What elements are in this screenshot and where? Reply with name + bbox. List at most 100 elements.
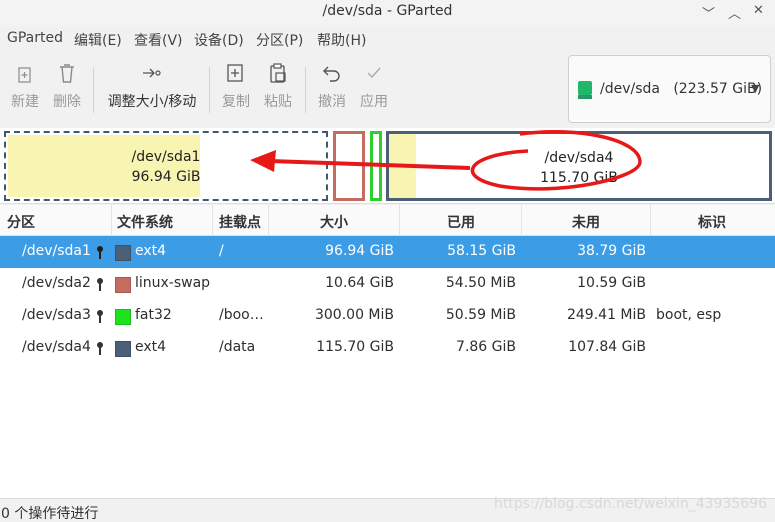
menu-partition[interactable]: 分区(P) xyxy=(256,30,303,50)
new-button[interactable]: 新建 xyxy=(10,61,40,111)
toolbar-separator xyxy=(305,67,306,113)
resize-move-icon xyxy=(143,68,161,78)
filesystem-cell: ext4 xyxy=(135,243,167,259)
table-row[interactable]: /dev/sda3 fat32 /boo… 300.00 MiB 50.59 M… xyxy=(0,300,775,332)
used-cell: 58.15 GiB xyxy=(447,243,516,259)
paste-icon xyxy=(270,63,286,83)
unused-cell: 38.79 GiB xyxy=(577,243,646,259)
partition-cell: /dev/sda3 xyxy=(22,307,91,323)
arrow-shaft xyxy=(269,159,471,170)
apply-label: 应用 xyxy=(360,94,388,110)
menu-device[interactable]: 设备(D) xyxy=(194,30,244,50)
column-divider xyxy=(399,205,400,236)
maximize-icon[interactable]: ︿ xyxy=(728,3,741,22)
table-row[interactable]: /dev/sda1 ext4 / 96.94 GiB 58.15 GiB 38.… xyxy=(0,236,775,268)
resize-move-button[interactable]: 调整大小/移动 xyxy=(106,61,198,111)
filesystem-cell: fat32 xyxy=(135,307,172,323)
column-divider xyxy=(521,205,522,236)
partition-cell: /dev/sda4 xyxy=(22,339,91,355)
trash-icon xyxy=(60,64,74,83)
resize-move-label: 调整大小/移动 xyxy=(107,94,197,110)
minimize-icon[interactable]: ﹀ xyxy=(702,3,715,22)
pending-operations-status: 0 个操作待进行 xyxy=(1,506,99,522)
undo-button[interactable]: 撤消 xyxy=(316,61,348,111)
toolbar-separator xyxy=(209,67,210,113)
filesystem-cell: linux-swap xyxy=(135,275,211,291)
col-used[interactable]: 已用 xyxy=(447,212,475,232)
menu-bar: GParted 编辑(E) 查看(V) 设备(D) 分区(P) 帮助(H) xyxy=(0,27,775,53)
table-row[interactable]: /dev/sda2 linux-swap 10.64 GiB 54.50 MiB… xyxy=(0,268,775,300)
col-size[interactable]: 大小 xyxy=(320,212,348,232)
copy-icon xyxy=(227,64,243,82)
toolbar-separator xyxy=(93,67,94,113)
mountpoint-cell: / xyxy=(219,243,224,259)
key-icon xyxy=(97,246,103,259)
used-cell: 7.86 GiB xyxy=(456,339,516,355)
highlight-ellipse xyxy=(470,130,642,191)
size-cell: 115.70 GiB xyxy=(316,339,394,355)
fs-color-swatch xyxy=(115,341,131,357)
status-bar: 0 个操作待进行 https://blog.csdn.net/weixin_43… xyxy=(0,496,775,522)
col-flags[interactable]: 标识 xyxy=(698,212,726,232)
size-cell: 300.00 MiB xyxy=(314,307,394,323)
partition-table: 分区 文件系统 挂载点 大小 已用 未用 标识 /dev/sda1 ext4 /… xyxy=(0,205,775,498)
used-cell: 54.50 MiB xyxy=(445,275,516,291)
size-cell: 96.94 GiB xyxy=(325,243,394,259)
delete-button[interactable]: 删除 xyxy=(52,61,82,111)
partition-cell: /dev/sda2 xyxy=(22,275,91,291)
new-icon xyxy=(18,67,31,83)
table-row[interactable]: /dev/sda4 ext4 /data 115.70 GiB 7.86 GiB… xyxy=(0,332,775,364)
fs-color-swatch xyxy=(115,277,131,293)
disk-icon xyxy=(578,81,592,99)
col-mountpoint[interactable]: 挂载点 xyxy=(219,212,261,232)
menu-gparted[interactable]: GParted xyxy=(7,30,63,46)
device-selector[interactable]: /dev/sda (223.57 GiB) ▼ xyxy=(568,55,771,123)
copy-button[interactable]: 复制 xyxy=(220,61,252,111)
window-title: /dev/sda - GParted xyxy=(322,3,453,19)
arrowhead-icon xyxy=(250,150,276,172)
paste-label: 粘贴 xyxy=(264,94,292,110)
fs-color-swatch xyxy=(115,245,131,261)
unused-cell: 10.59 GiB xyxy=(577,275,646,291)
unused-cell: 249.41 MiB xyxy=(566,307,646,323)
menu-view[interactable]: 查看(V) xyxy=(134,30,183,50)
column-divider xyxy=(111,205,112,236)
mountpoint-cell: /boo… xyxy=(219,307,264,323)
partition-cell: /dev/sda1 xyxy=(22,243,91,259)
mountpoint-cell: /data xyxy=(219,339,256,355)
partition-map: /dev/sda1 96.94 GiB /dev/sda4 115.70 GiB xyxy=(0,128,775,204)
flags-cell: boot, esp xyxy=(656,307,722,323)
new-label: 新建 xyxy=(11,94,39,110)
menu-help[interactable]: 帮助(H) xyxy=(317,30,366,50)
chevron-down-icon: ▼ xyxy=(751,82,760,95)
key-icon xyxy=(97,278,103,291)
checkmark-icon xyxy=(367,67,381,79)
undo-label: 撤消 xyxy=(318,94,346,110)
menu-edit[interactable]: 编辑(E) xyxy=(74,30,122,50)
device-size: (223.57 GiB) xyxy=(673,81,763,97)
undo-icon xyxy=(323,66,340,82)
unused-cell: 107.84 GiB xyxy=(568,339,646,355)
fs-color-swatch xyxy=(115,309,131,325)
size-cell: 10.64 GiB xyxy=(325,275,394,291)
column-divider xyxy=(650,205,651,236)
copy-label: 复制 xyxy=(222,94,250,110)
filesystem-cell: ext4 xyxy=(135,339,167,355)
col-unused[interactable]: 未用 xyxy=(572,212,600,232)
column-divider xyxy=(212,205,213,236)
key-icon xyxy=(97,310,103,323)
title-bar: /dev/sda - GParted ﹀ ︿ ✕ xyxy=(0,0,775,26)
delete-label: 删除 xyxy=(53,94,81,110)
device-name: /dev/sda xyxy=(600,81,660,97)
used-cell: 50.59 MiB xyxy=(445,307,516,323)
table-header: 分区 文件系统 挂载点 大小 已用 未用 标识 xyxy=(0,205,775,236)
col-filesystem[interactable]: 文件系统 xyxy=(117,212,173,232)
watermark-text: https://blog.csdn.net/weixin_43935696 xyxy=(493,496,767,512)
apply-button[interactable]: 应用 xyxy=(358,61,390,111)
red-annotation xyxy=(250,130,642,191)
close-icon[interactable]: ✕ xyxy=(753,3,764,18)
key-icon xyxy=(97,342,103,355)
col-partition[interactable]: 分区 xyxy=(7,212,35,232)
paste-button[interactable]: 粘贴 xyxy=(262,61,294,111)
column-divider xyxy=(268,205,269,236)
